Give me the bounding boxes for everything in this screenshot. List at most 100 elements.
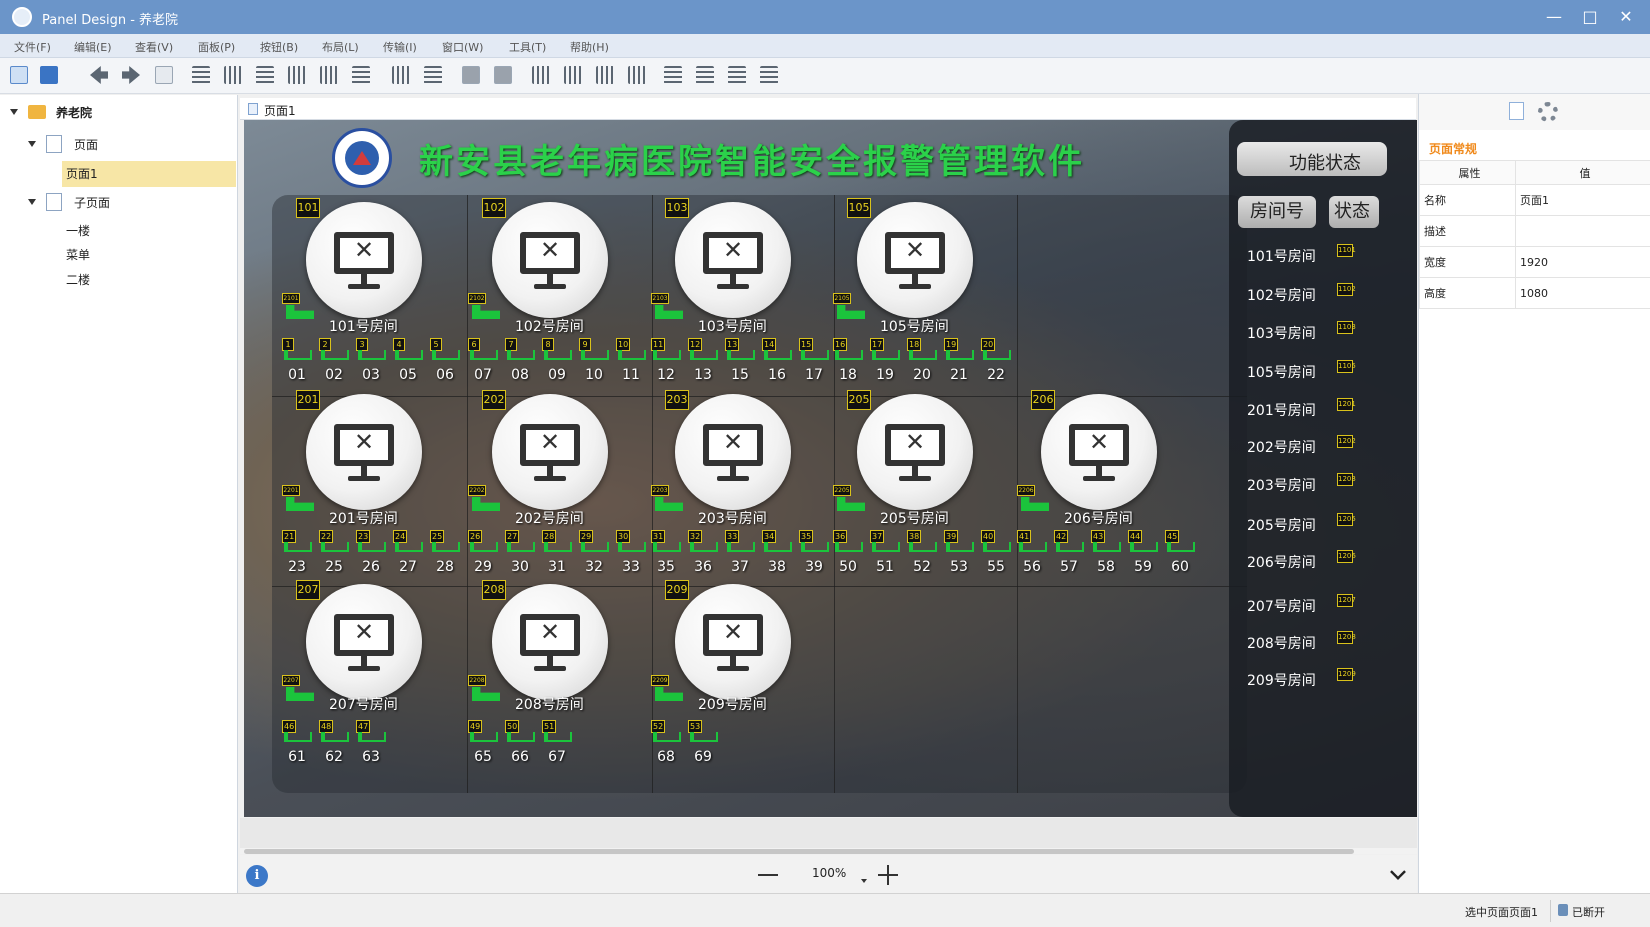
washroom-alarm-icon[interactable]: 2203 <box>651 485 687 515</box>
bed-alarm-icon[interactable]: 19 21 <box>944 338 974 383</box>
zoom-in-icon[interactable] <box>878 865 898 885</box>
washroom-alarm-icon[interactable]: 2202 <box>468 485 504 515</box>
bed-alarm-icon[interactable]: 31 35 <box>651 530 681 575</box>
property-value[interactable]: 1920 <box>1515 246 1650 278</box>
bed-alarm-icon[interactable]: 41 56 <box>1017 530 1047 575</box>
maximize-button[interactable]: □ <box>1576 6 1604 28</box>
chevron-down-icon[interactable] <box>1390 864 1406 880</box>
bed-alarm-icon[interactable]: 24 27 <box>393 530 423 575</box>
washroom-alarm-icon[interactable]: 2103 <box>651 293 687 323</box>
room-202[interactable]: 202 ✕ 2202 202号房间 26 29 27 30 28 31 29 32 30 33 <box>468 390 660 585</box>
tree-pages[interactable]: 页面 <box>74 133 98 157</box>
bed-alarm-icon[interactable]: 17 19 <box>870 338 900 383</box>
washroom-alarm-icon[interactable]: 2205 <box>833 485 869 515</box>
property-value[interactable] <box>1515 215 1650 247</box>
bed-alarm-icon[interactable]: 4 05 <box>393 338 423 383</box>
bed-alarm-icon[interactable]: 3 03 <box>356 338 386 383</box>
bed-alarm-icon[interactable]: 43 58 <box>1091 530 1121 575</box>
tree-root[interactable]: 养老院 <box>56 101 92 125</box>
status-button[interactable]: 状态 <box>1329 196 1379 228</box>
bed-alarm-icon[interactable]: 40 55 <box>981 530 1011 575</box>
redo-icon[interactable] <box>122 66 140 84</box>
list-indent-icon[interactable] <box>696 66 714 84</box>
menu-window[interactable]: 窗口(W) <box>442 39 483 55</box>
side-room-label[interactable]: 207号房间 <box>1247 596 1316 616</box>
washroom-alarm-icon[interactable]: 2201 <box>282 485 318 515</box>
bring-front-icon[interactable] <box>462 66 480 84</box>
bed-alarm-icon[interactable]: 35 39 <box>799 530 829 575</box>
room-monitor-button[interactable]: ✕ <box>857 202 973 318</box>
expand-icon[interactable] <box>28 141 36 147</box>
bed-alarm-icon[interactable]: 51 67 <box>542 720 572 765</box>
menu-button[interactable]: 按钮(B) <box>260 39 298 55</box>
minimize-button[interactable]: — <box>1540 6 1568 28</box>
room-208[interactable]: 208 ✕ 2208 208号房间 49 65 50 66 51 67 <box>468 580 660 775</box>
center-h-icon[interactable] <box>392 66 410 84</box>
tree-subpages[interactable]: 子页面 <box>74 191 110 215</box>
bed-alarm-icon[interactable]: 21 23 <box>282 530 312 575</box>
bed-alarm-icon[interactable]: 11 12 <box>651 338 681 383</box>
room-102[interactable]: 102 ✕ 2102 102号房间 6 07 7 08 8 09 9 10 10 11 <box>468 198 660 393</box>
side-room-label[interactable]: 101号房间 <box>1247 246 1316 266</box>
bed-alarm-icon[interactable]: 29 32 <box>579 530 609 575</box>
tree-page1[interactable]: 页面1 <box>66 162 98 186</box>
menu-view[interactable]: 查看(V) <box>135 39 173 55</box>
bed-alarm-icon[interactable]: 28 31 <box>542 530 572 575</box>
align-bottom-icon[interactable] <box>288 66 306 84</box>
bed-alarm-icon[interactable]: 16 18 <box>833 338 863 383</box>
menu-tools[interactable]: 工具(T) <box>509 39 546 55</box>
bed-alarm-icon[interactable]: 20 22 <box>981 338 1011 383</box>
function-status-button[interactable]: 功能状态 <box>1237 142 1387 176</box>
room-203[interactable]: 203 ✕ 2203 203号房间 31 35 32 36 33 37 34 38 35 39 <box>651 390 843 585</box>
align-left-icon[interactable] <box>192 66 210 84</box>
room-209[interactable]: 209 ✕ 2209 209号房间 52 68 53 69 <box>651 580 843 775</box>
bed-alarm-icon[interactable]: 33 37 <box>725 530 755 575</box>
bed-alarm-icon[interactable]: 27 30 <box>505 530 535 575</box>
room-monitor-button[interactable]: ✕ <box>306 584 422 700</box>
shape-tool-icon[interactable] <box>40 66 58 84</box>
bed-alarm-icon[interactable]: 15 17 <box>799 338 829 383</box>
list-outdent-icon[interactable] <box>728 66 746 84</box>
bed-alarm-icon[interactable]: 32 36 <box>688 530 718 575</box>
tree-subpage-floor2[interactable]: 二楼 <box>66 268 90 292</box>
property-value[interactable]: 1080 <box>1515 277 1650 309</box>
side-room-label[interactable]: 205号房间 <box>1247 515 1316 535</box>
washroom-alarm-icon[interactable]: 2207 <box>282 675 318 705</box>
bed-alarm-icon[interactable]: 10 11 <box>616 338 646 383</box>
same-width-icon[interactable] <box>532 66 550 84</box>
pin-icon[interactable] <box>628 66 646 84</box>
bed-alarm-icon[interactable]: 49 65 <box>468 720 498 765</box>
zoom-out-icon[interactable] <box>758 874 778 876</box>
menu-panel[interactable]: 面板(P) <box>198 39 235 55</box>
edit-icon[interactable] <box>155 66 173 84</box>
bed-alarm-icon[interactable]: 39 53 <box>944 530 974 575</box>
room-monitor-button[interactable]: ✕ <box>306 202 422 318</box>
room-monitor-button[interactable]: ✕ <box>1041 394 1157 510</box>
room-monitor-button[interactable]: ✕ <box>857 394 973 510</box>
align-top-icon[interactable] <box>224 66 242 84</box>
zoom-dropdown-icon[interactable] <box>861 879 867 883</box>
page-properties-icon[interactable] <box>1509 102 1524 120</box>
room-101[interactable]: 101 ✕ 2101 101号房间 1 01 2 02 3 03 4 05 5 06 <box>282 198 474 393</box>
scrollbar-thumb[interactable] <box>244 849 1354 854</box>
room-206[interactable]: 206 ✕ 2206 206号房间 41 56 42 57 43 58 44 59 45 60 <box>1017 390 1209 585</box>
bed-alarm-icon[interactable]: 26 29 <box>468 530 498 575</box>
bed-alarm-icon[interactable]: 38 52 <box>907 530 937 575</box>
washroom-alarm-icon[interactable]: 2101 <box>282 293 318 323</box>
bed-alarm-icon[interactable]: 6 07 <box>468 338 498 383</box>
bed-alarm-icon[interactable]: 47 63 <box>356 720 386 765</box>
design-canvas[interactable]: 新安县老年病医院智能安全报警管理软件 101 ✕ 2101 101号房间 1 01 2 02 3… <box>244 120 1417 817</box>
menu-edit[interactable]: 编辑(E) <box>74 39 112 55</box>
menu-help[interactable]: 帮助(H) <box>570 39 609 55</box>
pointer-tool-icon[interactable] <box>10 66 28 84</box>
room-monitor-button[interactable]: ✕ <box>492 584 608 700</box>
distribute-v-icon[interactable] <box>352 66 370 84</box>
undo-icon[interactable] <box>90 66 108 84</box>
room-monitor-button[interactable]: ✕ <box>675 394 791 510</box>
side-room-label[interactable]: 102号房间 <box>1247 285 1316 305</box>
expand-icon[interactable] <box>10 109 18 115</box>
menu-transfer[interactable]: 传输(I) <box>383 39 417 55</box>
bed-alarm-icon[interactable]: 30 33 <box>616 530 646 575</box>
center-v-icon[interactable] <box>424 66 442 84</box>
room-205[interactable]: 205 ✕ 2205 205号房间 36 50 37 51 38 52 39 53 40 55 <box>833 390 1025 585</box>
